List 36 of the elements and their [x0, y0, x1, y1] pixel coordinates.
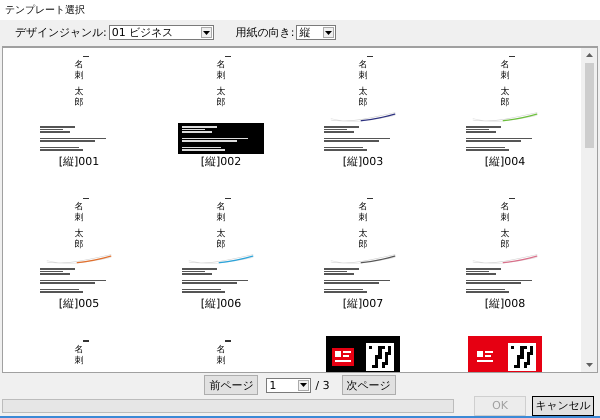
template-item[interactable]: 名 刺 — [150, 332, 292, 372]
vertical-scrollbar[interactable] — [581, 48, 597, 372]
department-drawing — [83, 340, 89, 342]
scroll-down-arrow-icon[interactable] — [586, 363, 592, 368]
window-title: テンプレート選択 — [5, 4, 85, 17]
card-name-text: 名 刺 太 郎 — [500, 60, 510, 110]
template-item[interactable]: 名 刺 — [8, 332, 150, 372]
template-item[interactable]: 名 刺 太 郎 [縦]004 — [434, 48, 576, 190]
card-name-text: 名 刺 太 郎 — [358, 60, 368, 110]
card-name-text: 名 刺 — [74, 344, 84, 367]
previous-page-button[interactable]: 前ページ — [204, 375, 258, 396]
template-item[interactable]: 名 刺 太 郎 [縦]001 — [8, 48, 150, 190]
card-name-text: 名 刺 太 郎 — [500, 202, 510, 252]
card-name-text: 名 刺 太 郎 — [216, 60, 226, 110]
scroll-up-arrow-icon[interactable] — [586, 52, 592, 57]
department-drawing — [225, 340, 231, 342]
scrollbar-thumb[interactable] — [584, 62, 594, 148]
card-name-text: 名 刺 太 郎 — [74, 60, 84, 110]
card-name-text: 名 刺 太 郎 — [216, 202, 226, 252]
card-name-text: 名 刺 太 郎 — [74, 202, 84, 252]
card-name-text: 名 刺 — [216, 344, 226, 367]
template-item[interactable]: 名 刺 太 郎 [縦]007 — [292, 190, 434, 332]
genre-dropdown[interactable]: 01 ビジネス — [108, 25, 214, 40]
orientation-dropdown[interactable]: 縦 — [296, 25, 336, 40]
page-dropdown[interactable]: 1 — [266, 378, 312, 393]
genre-label: デザインジャンル: — [15, 25, 107, 40]
next-page-button[interactable]: 次ページ — [342, 375, 396, 396]
template-item[interactable]: 名 刺 太 郎 [縦]008 — [434, 190, 576, 332]
template-item[interactable]: 名 刺 太 郎 [縦]006 — [150, 190, 292, 332]
page-total-text: / 3 — [315, 378, 330, 392]
orientation-label: 用紙の向き: — [236, 25, 294, 40]
template-item[interactable]: 名 刺 太 郎 [縦]002 — [150, 48, 292, 190]
cancel-button[interactable]: キャンセル — [532, 396, 594, 416]
card-name-text: 名 刺 太 郎 — [358, 202, 368, 252]
template-item[interactable]: 名 刺 太 郎 [縦]005 — [8, 190, 150, 332]
template-item[interactable]: 名 刺 太 郎 [縦]003 — [292, 48, 434, 190]
